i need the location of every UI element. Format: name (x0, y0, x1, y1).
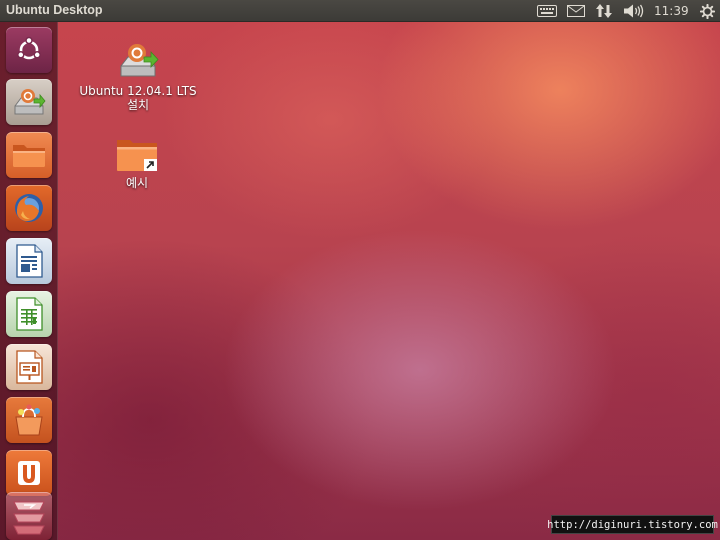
folder-icon (13, 145, 45, 167)
launcher-ubuntu-installer[interactable] (6, 79, 52, 125)
installer-icon (120, 44, 159, 77)
top-panel: Ubuntu Desktop 11:39 (0, 0, 720, 22)
launcher-ubuntu-one[interactable] (6, 450, 52, 496)
launcher-libreoffice-calc[interactable] (6, 291, 52, 337)
desktop-icon-folder-link[interactable]: 예시 (104, 137, 170, 190)
launcher-workspace-switcher[interactable] (6, 492, 52, 540)
desktop-icon-ubuntu-installer[interactable]: Ubuntu 12.04.1 LTS 설치 (78, 42, 198, 112)
ubuntu-one-icon (18, 461, 40, 485)
launcher-libreoffice-impress[interactable] (6, 344, 52, 390)
mail-icon[interactable] (566, 3, 586, 19)
keyboard-icon[interactable] (536, 3, 558, 19)
calc-icon (16, 297, 43, 331)
installer-icon (14, 89, 46, 115)
window-title: Ubuntu Desktop (6, 3, 103, 17)
desktop-icon-label: Ubuntu 12.04.1 LTS (79, 84, 197, 98)
desktop-icon-label: 예시 (125, 176, 149, 190)
launcher-ubuntu-software-center[interactable] (6, 397, 52, 443)
watermark: http://diginuri.tistory.com (547, 515, 718, 534)
session-gear-icon[interactable] (698, 3, 716, 19)
launcher-dash-home[interactable] (6, 27, 52, 73)
launcher (0, 22, 58, 540)
launcher-home-folder[interactable] (6, 132, 52, 178)
folder-link-icon (117, 140, 157, 171)
writer-icon (16, 244, 43, 278)
workspace-icon (13, 501, 45, 535)
launcher-firefox[interactable] (6, 185, 52, 231)
ubuntu-logo-icon (17, 36, 41, 60)
launcher-libreoffice-writer[interactable] (6, 238, 52, 284)
desktop-icon-label-line2: 설치 (126, 98, 150, 112)
impress-icon (16, 350, 43, 384)
firefox-icon (15, 194, 43, 222)
software-center-icon (15, 404, 43, 436)
network-icon[interactable] (595, 3, 613, 19)
clock[interactable]: 11:39 (654, 4, 689, 18)
volume-icon[interactable] (623, 3, 645, 19)
